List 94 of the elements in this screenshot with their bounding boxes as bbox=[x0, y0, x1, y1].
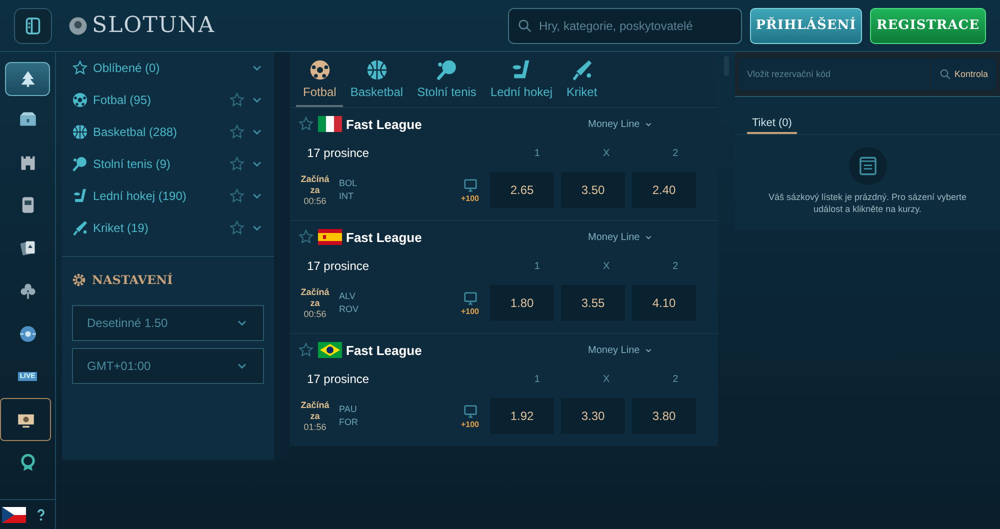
gear-icon bbox=[72, 273, 86, 287]
column-header: X bbox=[602, 374, 611, 384]
search-field[interactable]: Hry, kategorie, poskytovatelé bbox=[508, 8, 742, 44]
cricket-bat-icon bbox=[570, 59, 593, 81]
sport-menu-item[interactable]: Oblíbené (0) bbox=[62, 52, 274, 84]
market-dropdown[interactable]: Money Line bbox=[588, 344, 653, 356]
brazil-flag-icon bbox=[318, 342, 342, 358]
start-countdown: Začíná za 01:56 bbox=[300, 400, 330, 432]
italy-flag-icon bbox=[318, 116, 342, 132]
column-header: 1 bbox=[533, 260, 541, 272]
odds-button[interactable]: 3.80 bbox=[632, 398, 696, 434]
column-header: 2 bbox=[672, 148, 680, 158]
column-header: 2 bbox=[672, 260, 680, 272]
more-markets-count[interactable]: +100 bbox=[460, 420, 480, 428]
match-date: 17 prosince bbox=[306, 259, 370, 273]
league-name: Fast League bbox=[346, 116, 423, 132]
column-header: 2 bbox=[672, 374, 680, 384]
monitor-icon bbox=[462, 290, 478, 306]
football-icon bbox=[72, 92, 88, 108]
rail-nav-button[interactable] bbox=[0, 398, 51, 441]
match-date: 17 prosince bbox=[306, 146, 370, 160]
search-icon bbox=[939, 68, 952, 80]
odds-button[interactable]: 3.55 bbox=[561, 285, 625, 321]
team-name: INT bbox=[339, 190, 354, 203]
league-name: Fast League bbox=[346, 230, 423, 244]
team-name: FOR bbox=[339, 416, 359, 429]
more-markets-count[interactable]: +100 bbox=[460, 306, 480, 316]
sidebar-toggle-button[interactable] bbox=[14, 8, 52, 44]
monitor-icon bbox=[462, 404, 478, 418]
sport-tab[interactable]: Fotbal bbox=[296, 52, 344, 107]
football-icon bbox=[308, 59, 331, 81]
sport-menu-item[interactable]: Stolní tenis (9) bbox=[62, 148, 274, 180]
settings-title: NASTAVENÍ bbox=[92, 273, 173, 287]
column-header: X bbox=[602, 260, 611, 272]
sport-menu-item[interactable]: Fotbal (95) bbox=[62, 84, 274, 116]
odds-button[interactable]: 2.40 bbox=[632, 172, 696, 208]
league-name: Fast League bbox=[346, 342, 423, 358]
sport-tab[interactable]: Basketbal bbox=[343, 52, 410, 107]
odds-button[interactable]: 2.65 bbox=[490, 172, 554, 208]
sport-menu-item[interactable]: Kriket (19) bbox=[62, 212, 274, 244]
dropdown[interactable]: Desetinné 1.50 bbox=[72, 305, 264, 341]
sport-tab[interactable]: Stolní tenis bbox=[410, 52, 484, 107]
basketball-icon bbox=[366, 59, 388, 81]
odds-button[interactable]: 1.92 bbox=[490, 398, 554, 434]
team-name: ALV bbox=[339, 290, 356, 303]
sport-tab[interactable]: Kriket bbox=[560, 52, 604, 107]
ball-icon bbox=[18, 324, 36, 342]
award-ribbon-icon bbox=[18, 454, 36, 472]
favorite-star-icon bbox=[298, 342, 314, 358]
register-button[interactable]: REGISTRACE bbox=[870, 8, 986, 44]
clover-icon bbox=[18, 282, 36, 300]
sport-menu-item[interactable]: Basketbal (288) bbox=[62, 116, 274, 148]
team-name: ROV bbox=[339, 303, 360, 316]
team-name: BOL bbox=[339, 177, 358, 190]
column-header: X bbox=[602, 148, 611, 158]
empty-betslip-message: Váš sázkový lístek je prázdný. Pro sázení vyberte událost a klikněte na kurzy. bbox=[767, 191, 968, 215]
sport-tab[interactable]: Lední hokej bbox=[483, 52, 560, 107]
betslip-tab[interactable]: Tiket (0) bbox=[747, 117, 797, 134]
start-countdown: Začíná za 00:56 bbox=[300, 174, 330, 206]
cricket-bat-icon bbox=[72, 220, 88, 236]
hockey-stick-icon bbox=[72, 188, 88, 204]
dropdown[interactable]: GMT+01:00 bbox=[72, 348, 264, 384]
playing-cards-icon bbox=[18, 238, 36, 256]
check-button[interactable]: Kontrola bbox=[930, 58, 996, 90]
column-header: 1 bbox=[533, 148, 541, 158]
team-name: PAU bbox=[339, 403, 358, 416]
favorite-star-icon bbox=[298, 229, 314, 245]
odds-button[interactable]: 3.50 bbox=[561, 172, 625, 208]
favorite-star-icon bbox=[298, 116, 314, 132]
logo-text: SLOTUNA bbox=[92, 13, 216, 38]
market-dropdown[interactable]: Money Line bbox=[588, 232, 653, 242]
start-countdown: Začíná za 00:56 bbox=[300, 286, 330, 320]
czech-flag-icon bbox=[2, 506, 26, 522]
panel-icon bbox=[23, 16, 43, 36]
market-dropdown[interactable]: Money Line bbox=[588, 118, 653, 130]
star-icon bbox=[72, 60, 88, 76]
column-header: 1 bbox=[533, 374, 541, 384]
booking-code-field[interactable]: Vložit rezervační kód bbox=[739, 58, 930, 90]
ping-pong-paddle-icon bbox=[436, 59, 458, 81]
monitor-icon bbox=[462, 178, 478, 192]
odds-button[interactable]: 3.30 bbox=[561, 398, 625, 434]
more-markets-count[interactable]: +100 bbox=[460, 194, 480, 202]
rail-nav-button[interactable] bbox=[5, 62, 50, 96]
ping-pong-paddle-icon bbox=[72, 156, 88, 172]
basketball-icon bbox=[72, 124, 88, 140]
login-button[interactable]: PŘIHLÁŠENÍ bbox=[750, 8, 862, 44]
sport-menu-item[interactable]: Lední hokej (190) bbox=[62, 180, 274, 212]
odds-button[interactable]: 1.80 bbox=[490, 285, 554, 321]
treasure-chest-icon bbox=[18, 110, 36, 128]
ticket-icon bbox=[856, 155, 878, 177]
tree-icon bbox=[18, 70, 36, 88]
match-date: 17 prosince bbox=[306, 372, 370, 386]
odds-button[interactable]: 4.10 bbox=[632, 285, 696, 321]
spain-flag-icon bbox=[318, 229, 342, 245]
